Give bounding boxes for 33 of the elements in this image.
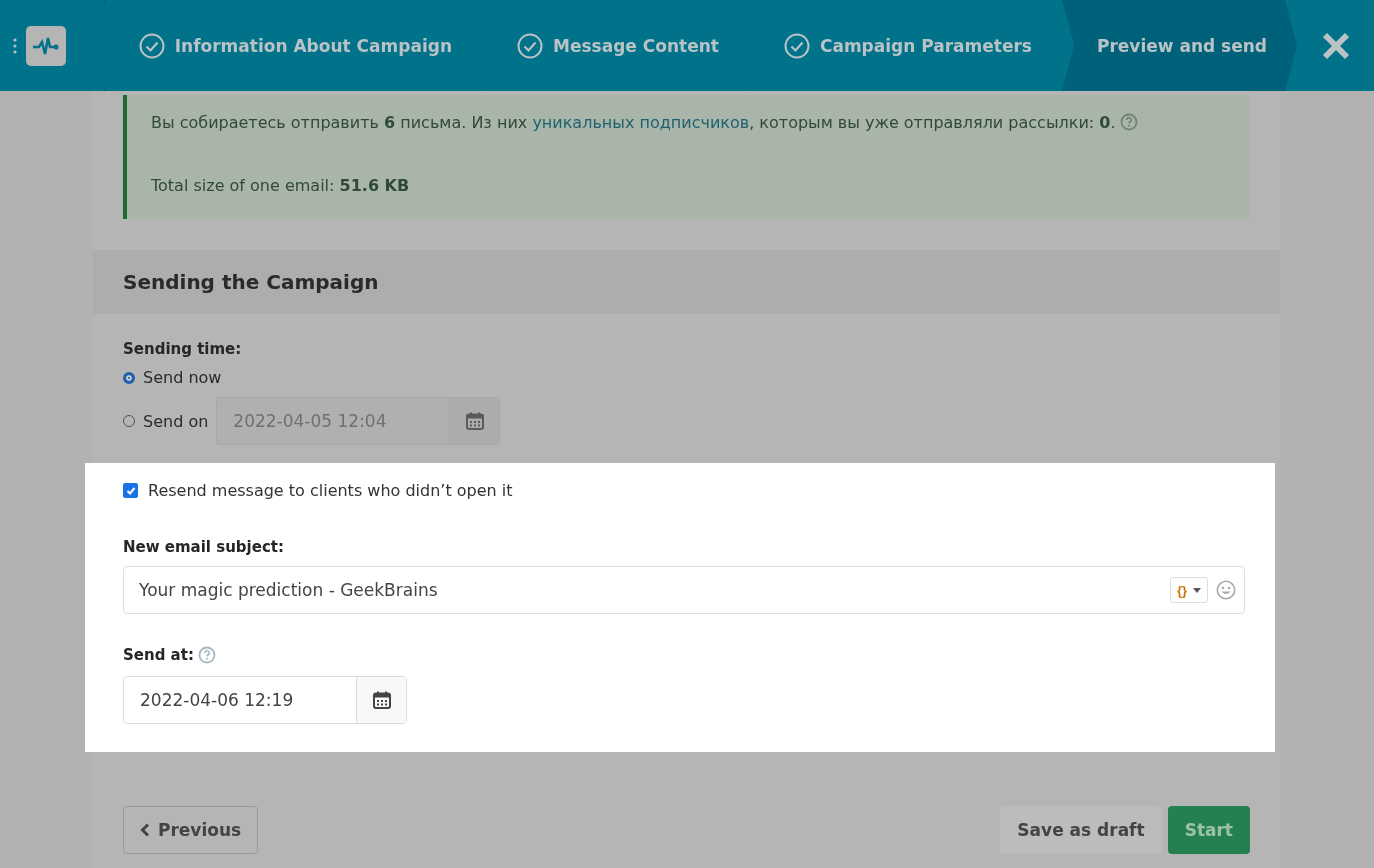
pulse-logo[interactable]	[26, 25, 66, 66]
send-at-label: Send at:	[123, 646, 194, 664]
calendar-icon	[371, 690, 392, 710]
close-icon	[1320, 30, 1351, 61]
subject-field[interactable]: Your magic prediction - GeekBrains {}	[123, 566, 1245, 614]
variables-button[interactable]: {}	[1169, 577, 1208, 603]
check-circle-icon	[138, 32, 165, 59]
start-button[interactable]: Start	[1167, 806, 1250, 854]
help-icon[interactable]	[1119, 113, 1138, 131]
subject-label: New email subject:	[123, 538, 285, 556]
previous-button[interactable]: Previous	[123, 806, 259, 854]
check-circle-icon	[517, 32, 543, 59]
radio-button[interactable]	[123, 371, 135, 384]
check-circle-icon	[783, 32, 810, 59]
section-title: Sending the Campaign	[93, 250, 1280, 314]
subscribers-link[interactable]: уникальных подписчиков	[532, 113, 750, 132]
calendar-icon	[464, 411, 485, 431]
caret-down-icon	[1193, 587, 1201, 593]
checkbox-label: Resend message to clients who didn’t open it	[148, 481, 513, 500]
email-size-text: Total size of one email: 51.6 KB	[151, 176, 411, 195]
drag-handle-icon[interactable]	[12, 36, 18, 55]
wizard-step[interactable]: Preview and send	[1062, 0, 1298, 91]
checkbox[interactable]	[123, 483, 138, 498]
radio-label: Send on	[143, 411, 209, 431]
save-draft-button[interactable]: Save as draft	[1000, 806, 1162, 854]
chevron-left-icon	[140, 823, 150, 837]
date-field[interactable]: 2022-04-05 12:04	[216, 397, 501, 445]
sending-time-label: Sending time:	[123, 340, 243, 358]
emoji-icon[interactable]	[1216, 580, 1236, 600]
help-icon[interactable]	[197, 646, 216, 664]
summary-text: Вы собираетесь отправить 6 письма. Из них уникальных подписчиков, которым вы уже отправляли рассылки: 0.	[151, 113, 1226, 132]
date-field[interactable]: 2022-04-06 12:19	[123, 676, 407, 724]
radio-label: Send now	[143, 368, 222, 387]
